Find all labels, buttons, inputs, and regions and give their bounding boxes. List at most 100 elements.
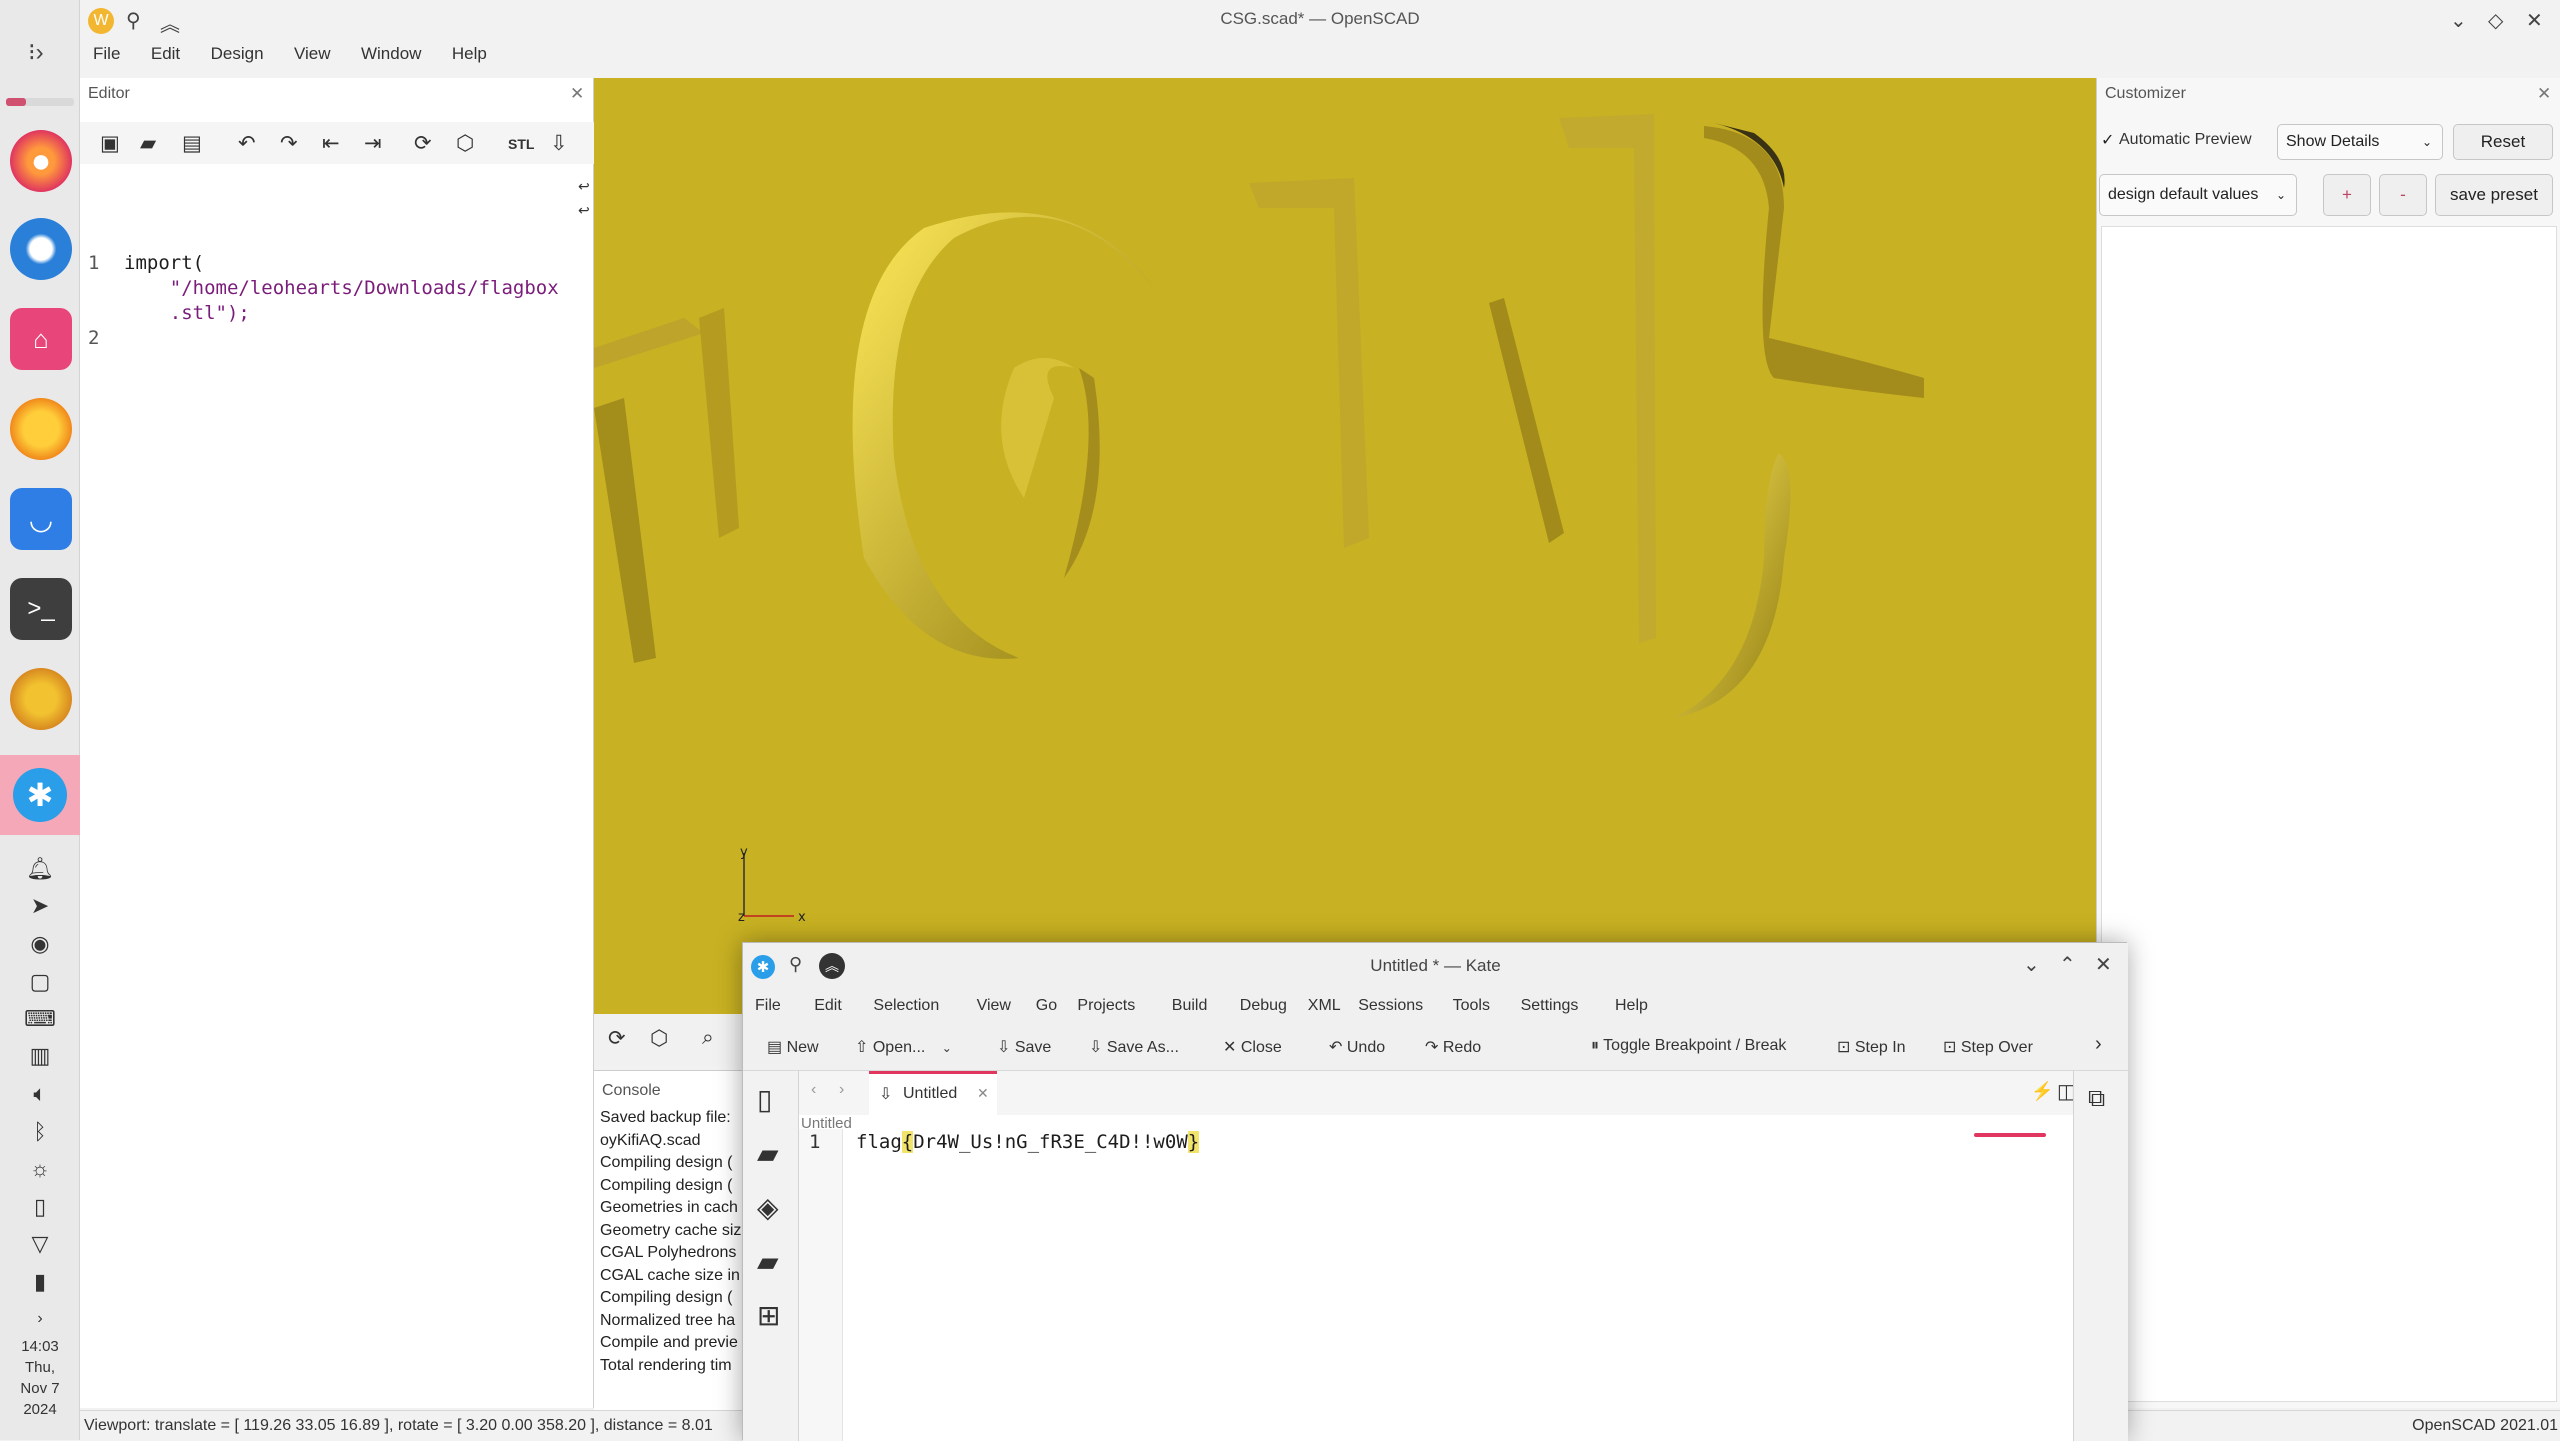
kate-menu-projects[interactable]: Projects	[1077, 997, 1135, 1015]
preset-dropdown[interactable]: design default values ⌄	[2099, 174, 2297, 216]
app-launcher-icon[interactable]: ⁝›	[28, 38, 44, 67]
toggle-breakpoint-button[interactable]: ⏸ Toggle Breakpoint / Break	[1591, 1037, 1786, 1055]
tab-close-icon[interactable]: ✕	[977, 1085, 989, 1102]
expand-tray-icon[interactable]: ›	[26, 1305, 54, 1333]
filesystem-folder-icon[interactable]: ▰	[757, 1137, 779, 1170]
pager-widget[interactable]	[6, 98, 74, 106]
brightness-icon[interactable]: ☼	[26, 1155, 54, 1183]
automatic-preview-label: Automatic Preview	[2119, 131, 2252, 148]
menu-view[interactable]: View	[294, 44, 331, 64]
volume-icon[interactable]: 🔈︎	[26, 1080, 54, 1108]
kate-menu-build[interactable]: Build	[1172, 997, 1208, 1015]
bluetooth-icon[interactable]: ᛒ	[26, 1118, 54, 1146]
close-icon[interactable]: ✕	[2095, 952, 2112, 977]
kate-menu-go[interactable]: Go	[1036, 997, 1057, 1015]
kate-text-editor[interactable]: Untitled 1 flag{Dr4W_Us!nG_fR3E_C4D!!w0W…	[799, 1115, 2073, 1441]
documents-icon[interactable]: ▯	[757, 1083, 772, 1116]
3d-viewport[interactable]: y x z	[594, 78, 2096, 1014]
menu-edit[interactable]: Edit	[151, 44, 180, 64]
files-folder-icon[interactable]: ⌂	[10, 308, 72, 370]
clock-time[interactable]: 14:03	[0, 1336, 80, 1357]
remove-preset-button[interactable]: -	[2379, 174, 2427, 216]
redo-button[interactable]: ↷ Redo	[1425, 1037, 1481, 1057]
undo-button[interactable]: ↶ Undo	[1329, 1037, 1385, 1057]
git-icon[interactable]: ◈	[757, 1191, 779, 1224]
redo-icon[interactable]: ↷	[280, 131, 298, 156]
save-icon[interactable]: ▤	[182, 131, 202, 156]
tab-back-icon[interactable]: ‹	[811, 1081, 816, 1099]
send-to-print-icon[interactable]: ⇩	[550, 131, 568, 156]
unindent-icon[interactable]: ⇤	[322, 131, 340, 156]
undo-icon[interactable]: ↶	[238, 131, 256, 156]
close-document-button[interactable]: ✕ Close	[1223, 1037, 1282, 1057]
preview-icon[interactable]: ⟳	[414, 131, 432, 156]
phone-connect-icon[interactable]: ▯	[26, 1193, 54, 1221]
network-status-icon[interactable]: ◉	[26, 930, 54, 958]
automatic-preview-checkbox[interactable]: ✓	[2101, 130, 2114, 150]
minimize-icon[interactable]: ⌄	[2450, 8, 2467, 33]
discover-store-icon[interactable]: ◡	[10, 488, 72, 550]
kate-menu-sessions[interactable]: Sessions	[1358, 997, 1423, 1015]
thunderbird-icon[interactable]	[10, 218, 72, 280]
render-icon[interactable]: ⬡	[456, 131, 474, 156]
render-icon[interactable]: ⬡	[650, 1026, 668, 1051]
tab-forward-icon[interactable]: ›	[839, 1081, 844, 1099]
minimize-icon[interactable]: ⌄	[2023, 952, 2040, 977]
save-as-button[interactable]: ⇩ Save As...	[1089, 1037, 1179, 1057]
new-file-icon[interactable]: ▣	[100, 131, 120, 156]
close-icon[interactable]: ✕	[2526, 8, 2543, 33]
tab-untitled[interactable]: ⇩ Untitled ✕	[869, 1071, 997, 1115]
openscad-icon[interactable]	[10, 668, 72, 730]
toolbar-more-icon[interactable]: ›	[2095, 1033, 2102, 1056]
kate-active-bg[interactable]: ✱	[0, 755, 80, 835]
kate-menu-file[interactable]: File	[755, 997, 781, 1015]
paint-app-icon[interactable]	[10, 398, 72, 460]
new-document-button[interactable]: ▤ New	[767, 1037, 819, 1057]
media-player-icon[interactable]: ▥	[26, 1042, 54, 1070]
add-preset-button[interactable]: +	[2323, 174, 2371, 216]
maximize-icon[interactable]: ⌃	[2059, 952, 2076, 977]
keyboard-icon[interactable]: ⌨	[24, 1005, 56, 1033]
reset-button[interactable]: Reset	[2453, 124, 2553, 160]
kate-menu-help[interactable]: Help	[1615, 997, 1648, 1015]
telegram-icon[interactable]: ➤	[26, 892, 54, 920]
step-in-button[interactable]: ⊡ Step In	[1837, 1037, 1906, 1057]
menu-file[interactable]: File	[93, 44, 120, 64]
line-number: 1	[809, 1131, 821, 1153]
save-preset-button[interactable]: save preset	[2435, 174, 2553, 216]
menu-help[interactable]: Help	[452, 44, 487, 64]
kate-menu-debug[interactable]: Debug	[1240, 997, 1287, 1015]
symbols-tree-icon[interactable]: ⊞	[757, 1299, 780, 1332]
terminal-icon[interactable]: >_	[10, 578, 72, 640]
menu-window[interactable]: Window	[361, 44, 421, 64]
view-all-icon[interactable]: ⌕	[702, 1026, 714, 1050]
menu-design[interactable]: Design	[211, 44, 264, 64]
indent-icon[interactable]: ⇥	[364, 131, 382, 156]
open-folder-icon[interactable]: ▰	[140, 131, 156, 156]
export-stl-icon[interactable]: STL	[508, 136, 534, 152]
step-over-button[interactable]: ⊡ Step Over	[1943, 1037, 2033, 1057]
output-panel-icon[interactable]: ⧉	[2088, 1085, 2105, 1113]
open-button[interactable]: ⇧ Open... ⌄	[855, 1037, 952, 1057]
kate-menu-xml[interactable]: XML	[1308, 997, 1341, 1015]
kate-menu-edit[interactable]: Edit	[814, 997, 842, 1015]
code-editor[interactable]: 1 import( "/home/leohearts/Downloads/fla…	[80, 170, 594, 1408]
kate-menu-settings[interactable]: Settings	[1521, 997, 1579, 1015]
preview-icon[interactable]: ⟳	[608, 1026, 626, 1051]
notifications-icon[interactable]: 🔔︎	[26, 855, 54, 883]
clipboard-icon[interactable]: ▢	[26, 968, 54, 996]
save-button[interactable]: ⇩ Save	[997, 1037, 1051, 1057]
quick-open-icon[interactable]: ⚡	[2031, 1081, 2053, 1102]
wifi-icon[interactable]: ▽	[26, 1230, 54, 1258]
editor-close-icon[interactable]: ✕	[570, 84, 584, 104]
customizer-close-icon[interactable]: ✕	[2537, 84, 2551, 104]
firefox-icon[interactable]: ●	[10, 130, 72, 192]
projects-folder-icon[interactable]: ▰	[757, 1245, 779, 1278]
kate-menu-tools[interactable]: Tools	[1453, 997, 1490, 1015]
battery-icon[interactable]: ▮	[26, 1268, 54, 1296]
kate-menu-selection[interactable]: Selection	[873, 997, 939, 1015]
show-details-dropdown[interactable]: Show Details ⌄	[2277, 124, 2443, 160]
maximize-icon[interactable]: ◇	[2488, 8, 2503, 33]
close-label: Close	[1240, 1039, 1282, 1056]
kate-menu-view[interactable]: View	[977, 997, 1011, 1015]
